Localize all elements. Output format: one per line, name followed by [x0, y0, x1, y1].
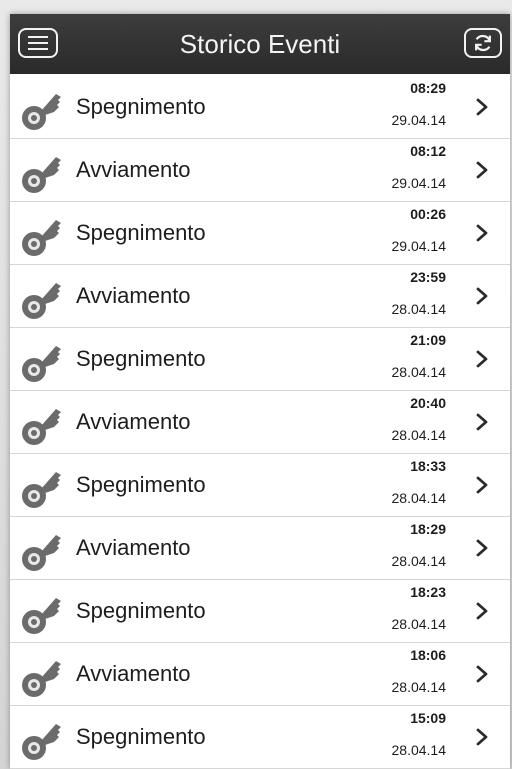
event-label: Spegnimento	[76, 220, 206, 245]
event-row[interactable]: Spegnimento 21:09 28.04.14	[10, 328, 510, 391]
key-icon	[18, 527, 66, 575]
event-time: 18:23	[410, 584, 446, 600]
header-bar: Storico Eventi	[10, 14, 510, 74]
chevron-right-icon	[476, 602, 488, 620]
key-icon	[18, 716, 66, 764]
event-row[interactable]: Spegnimento 00:26 29.04.14	[10, 202, 510, 265]
event-time: 18:29	[410, 521, 446, 537]
key-icon	[18, 464, 66, 512]
event-row[interactable]: Avviamento 20:40 28.04.14	[10, 391, 510, 454]
event-label: Avviamento	[76, 535, 191, 560]
event-time: 08:29	[410, 80, 446, 96]
event-label: Spegnimento	[76, 598, 206, 623]
key-icon	[18, 590, 66, 638]
event-label: Spegnimento	[76, 346, 206, 371]
event-time: 21:09	[410, 332, 446, 348]
event-date: 28.04.14	[391, 490, 447, 506]
key-icon	[18, 401, 66, 449]
key-icon	[18, 275, 66, 323]
event-row[interactable]: Spegnimento 15:09 28.04.14	[10, 706, 510, 769]
event-time: 20:40	[410, 395, 446, 411]
chevron-right-icon	[476, 728, 488, 746]
event-row[interactable]: Avviamento 18:29 28.04.14	[10, 517, 510, 580]
event-row[interactable]: Spegnimento 18:23 28.04.14	[10, 580, 510, 643]
event-time: 08:12	[410, 143, 446, 159]
event-label: Avviamento	[76, 661, 191, 686]
event-label: Avviamento	[76, 283, 191, 308]
event-date: 28.04.14	[391, 616, 447, 632]
event-label: Avviamento	[76, 409, 191, 434]
key-icon	[18, 338, 66, 386]
event-label: Spegnimento	[76, 724, 206, 749]
chevron-right-icon	[476, 98, 488, 116]
key-icon	[18, 86, 66, 134]
event-date: 28.04.14	[391, 742, 447, 758]
event-time: 23:59	[410, 269, 446, 285]
key-icon	[18, 212, 66, 260]
chevron-right-icon	[476, 287, 488, 305]
event-list: Spegnimento 08:29 29.04.14 Avviamento 08:12 2…	[10, 76, 510, 769]
chevron-right-icon	[476, 413, 488, 431]
chevron-right-icon	[476, 161, 488, 179]
key-icon	[18, 653, 66, 701]
key-icon	[18, 149, 66, 197]
event-row[interactable]: Avviamento 08:12 29.04.14	[10, 139, 510, 202]
event-date: 29.04.14	[391, 238, 447, 254]
event-row[interactable]: Avviamento 18:06 28.04.14	[10, 643, 510, 706]
event-row[interactable]: Spegnimento 08:29 29.04.14	[10, 76, 510, 139]
device-frame: Storico Eventi Spegnimento 08:29 29.04.14 A…	[0, 0, 512, 769]
event-date: 28.04.14	[391, 427, 447, 443]
chevron-right-icon	[476, 665, 488, 683]
event-label: Avviamento	[76, 157, 191, 182]
event-label: Spegnimento	[76, 94, 206, 119]
event-date: 28.04.14	[391, 364, 447, 380]
refresh-button[interactable]	[464, 28, 502, 58]
event-date: 29.04.14	[391, 112, 447, 128]
chevron-right-icon	[476, 350, 488, 368]
chevron-right-icon	[476, 539, 488, 557]
event-date: 29.04.14	[391, 175, 447, 191]
event-time: 00:26	[410, 206, 446, 222]
app-screen: Storico Eventi Spegnimento 08:29 29.04.14 A…	[10, 14, 510, 769]
chevron-right-icon	[476, 224, 488, 242]
event-time: 18:33	[410, 458, 446, 474]
event-date: 28.04.14	[391, 679, 447, 695]
event-row[interactable]: Spegnimento 18:33 28.04.14	[10, 454, 510, 517]
event-label: Spegnimento	[76, 472, 206, 497]
event-row[interactable]: Avviamento 23:59 28.04.14	[10, 265, 510, 328]
chevron-right-icon	[476, 476, 488, 494]
event-time: 18:06	[410, 647, 446, 663]
page-title: Storico Eventi	[179, 29, 341, 59]
event-time: 15:09	[410, 710, 446, 726]
event-date: 28.04.14	[391, 301, 447, 317]
event-date: 28.04.14	[391, 553, 447, 569]
refresh-icon	[475, 34, 491, 52]
